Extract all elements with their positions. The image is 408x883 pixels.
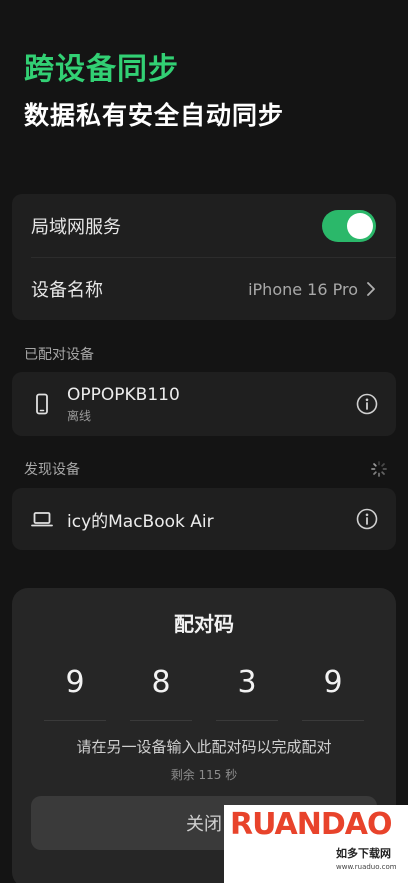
- countdown-text: 剩余 115 秒: [170, 768, 238, 782]
- page-title: 跨设备同步: [24, 52, 179, 87]
- code-digit-cell: 8: [130, 658, 192, 721]
- pairing-instruction: 请在另一设备输入此配对码以完成配对: [76, 738, 332, 756]
- digit-underline: [216, 720, 278, 721]
- code-digit: 3: [237, 665, 257, 700]
- phone-icon: [36, 393, 48, 415]
- lan-service-toggle[interactable]: [322, 209, 376, 242]
- code-digit: 9: [65, 665, 85, 700]
- chevron-right-icon: [367, 282, 375, 296]
- list-item[interactable]: icy的MacBook Air: [12, 488, 396, 550]
- device-text: OPPOPKB110 离线: [67, 385, 356, 424]
- list-item[interactable]: OPPOPKB110 离线: [12, 372, 396, 436]
- code-digit-cell: 9: [44, 658, 106, 721]
- device-name-row[interactable]: 设备名称 iPhone 16 Pro: [12, 258, 396, 320]
- watermark-logo-text: RUANDAO: [230, 807, 392, 842]
- info-icon[interactable]: [356, 393, 378, 415]
- device-name-value-wrap: iPhone 16 Pro: [248, 280, 376, 299]
- watermark-url: www.ruaduo.com: [336, 863, 397, 871]
- page-subtitle: 数据私有安全自动同步: [24, 101, 285, 130]
- settings-card: 局域网服务 设备名称 iPhone 16 Pro: [12, 194, 396, 320]
- paired-devices-card: OPPOPKB110 离线: [12, 372, 396, 436]
- laptop-icon: [31, 512, 53, 527]
- digit-underline: [302, 720, 364, 721]
- lan-service-label: 局域网服务: [31, 216, 121, 238]
- device-text: icy的MacBook Air: [67, 507, 356, 532]
- toggle-knob: [347, 212, 373, 239]
- watermark-logo: RUANDAO 如多下载网 www.ruaduo.com: [224, 805, 408, 883]
- code-digit: 8: [151, 665, 171, 700]
- lan-service-row: 局域网服务: [12, 194, 396, 257]
- discovered-devices-card: icy的MacBook Air: [12, 488, 396, 550]
- digit-underline: [44, 720, 106, 721]
- code-digit: 9: [323, 665, 343, 700]
- device-name-value: iPhone 16 Pro: [248, 279, 358, 299]
- sheet-title: 配对码: [174, 612, 234, 636]
- info-icon[interactable]: [356, 508, 378, 530]
- loading-spinner-icon: [371, 461, 387, 477]
- discovered-section-label: 发现设备: [24, 462, 80, 478]
- digit-underline: [130, 720, 192, 721]
- device-status: 离线: [67, 408, 92, 423]
- pairing-code-digits: 9 8 3 9: [44, 658, 364, 721]
- code-digit-cell: 3: [216, 658, 278, 721]
- code-digit-cell: 9: [302, 658, 364, 721]
- watermark-site-name: 如多下载网: [336, 847, 391, 860]
- device-name: icy的MacBook Air: [67, 511, 214, 532]
- device-name: OPPOPKB110: [67, 384, 180, 405]
- paired-section-label: 已配对设备: [24, 347, 94, 363]
- device-name-label: 设备名称: [31, 280, 103, 301]
